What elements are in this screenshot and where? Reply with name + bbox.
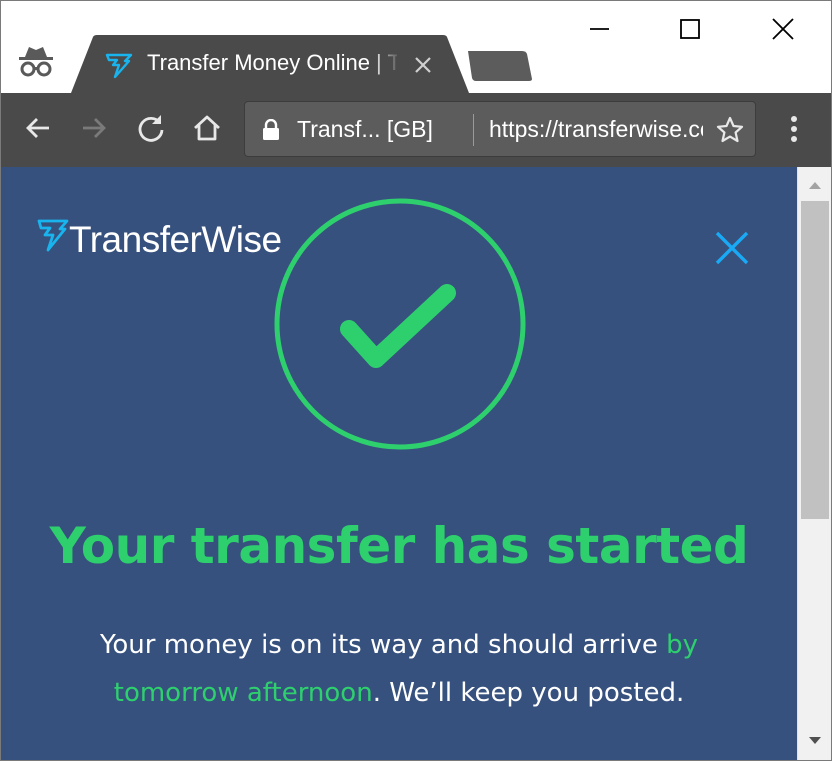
logo-text: TransferWise: [69, 219, 282, 260]
page-title: Your transfer has started: [49, 517, 749, 575]
arrow-left-icon[interactable]: [21, 111, 55, 145]
vertical-dots-icon[interactable]: [783, 111, 805, 147]
browser-toolbar: Transf... [GB] https://transferwise.com: [1, 93, 831, 167]
vertical-scrollbar[interactable]: [797, 167, 831, 760]
scroll-up-arrow-icon[interactable]: [807, 179, 823, 191]
scroll-down-arrow-icon[interactable]: [807, 735, 823, 747]
omnibox-divider: [473, 114, 474, 146]
reload-icon[interactable]: [134, 111, 168, 145]
new-tab-button[interactable]: [464, 49, 534, 83]
scrollbar-thumb[interactable]: [801, 201, 829, 519]
minimize-button[interactable]: [579, 9, 619, 49]
message-text-end: . We’ll keep you posted.: [372, 678, 685, 708]
close-icon[interactable]: [711, 227, 753, 269]
home-icon[interactable]: [190, 111, 224, 145]
browser-window: Transfer Money Online | TransferWise: [0, 0, 832, 761]
maximize-button[interactable]: [670, 9, 710, 49]
checkmark-circle-icon: [274, 198, 526, 450]
transferwise-flag-icon: [37, 219, 69, 252]
tab-close-icon[interactable]: [411, 53, 435, 77]
page-content: TransferWise Your transfer has started Y…: [1, 167, 797, 760]
incognito-icon: [19, 47, 53, 77]
tab-transferwise[interactable]: Transfer Money Online | TransferWise: [71, 35, 471, 93]
arrow-right-icon[interactable]: [77, 111, 111, 145]
status-message: Your money is on its way and should arri…: [61, 621, 737, 717]
url-text[interactable]: https://transferwise.com: [489, 116, 703, 143]
security-label[interactable]: Transf... [GB]: [297, 116, 433, 143]
lock-icon[interactable]: [261, 119, 281, 141]
transferwise-flag-icon: [105, 53, 133, 79]
message-text: Your money is on its way and should arri…: [99, 630, 667, 660]
address-bar[interactable]: Transf... [GB] https://transferwise.com: [244, 101, 756, 157]
star-icon[interactable]: [715, 115, 745, 145]
tab-title: Transfer Money Online | TransferWise: [147, 50, 397, 75]
window-close-button[interactable]: [763, 9, 803, 49]
tab-strip: Transfer Money Online | TransferWise: [1, 1, 831, 93]
